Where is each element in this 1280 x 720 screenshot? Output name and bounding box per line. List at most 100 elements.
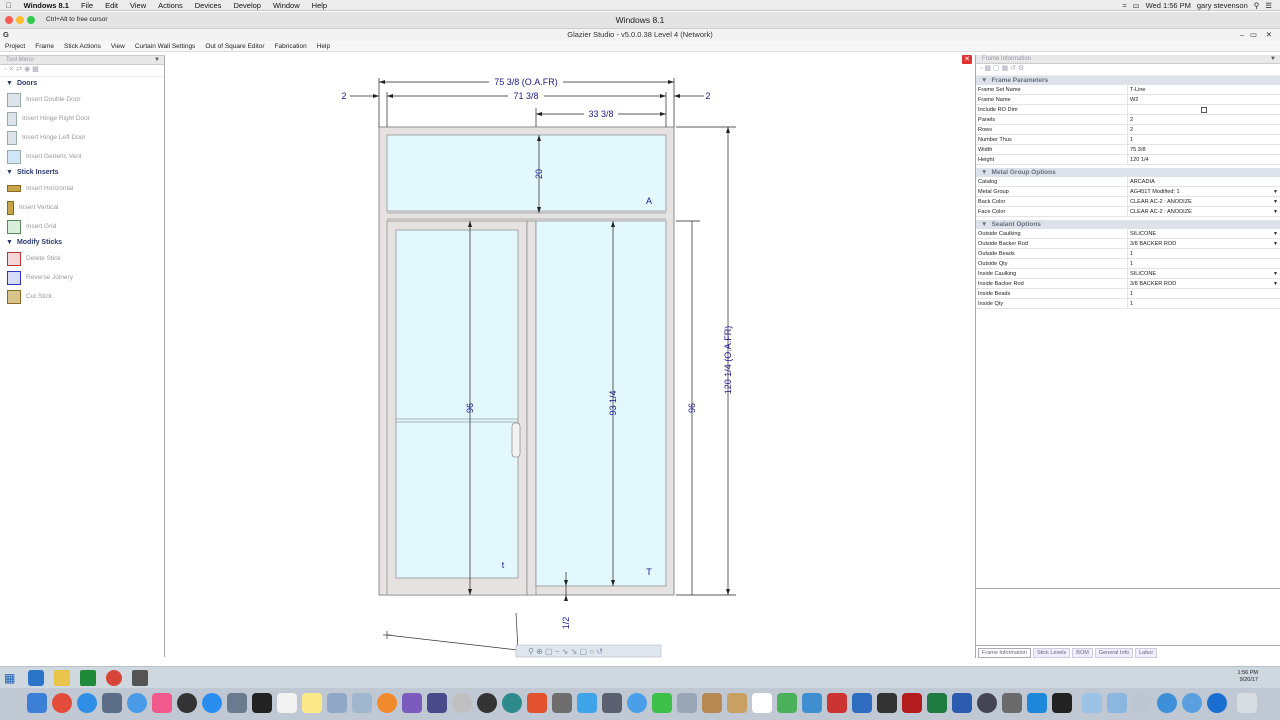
- dropdown-arrow-icon[interactable]: ▼: [1273, 197, 1278, 207]
- settings-icon[interactable]: ⚙: [1018, 65, 1024, 72]
- inside-caulking-select[interactable]: SILICONE ▼: [1128, 269, 1280, 278]
- mail-icon[interactable]: [102, 693, 122, 713]
- safari-icon[interactable]: [77, 693, 97, 713]
- insert-vertical-button[interactable]: Insert Vertical: [0, 198, 164, 217]
- windows-start-icon[interactable]: ▦: [4, 671, 15, 685]
- outside-caulking-select[interactable]: SILICONE ▼: [1128, 229, 1280, 238]
- section-frame-parameters[interactable]: ▼ Frame Parameters: [976, 76, 1280, 85]
- drawer-icon[interactable]: [1002, 693, 1022, 713]
- numbers-icon[interactable]: [777, 693, 797, 713]
- menu-stick-actions[interactable]: Stick Actions: [59, 43, 106, 50]
- property-value[interactable]: 1: [1128, 259, 1280, 268]
- star-app-icon[interactable]: [427, 693, 447, 713]
- maximize-button[interactable]: ▭: [1250, 29, 1257, 41]
- windows-dock-icon[interactable]: [1027, 693, 1047, 713]
- sort-icon[interactable]: ▫: [980, 65, 982, 72]
- property-value[interactable]: 2: [1128, 115, 1280, 124]
- face-color-select[interactable]: CLEAR AC-2 : ANODIZE ▼: [1128, 207, 1280, 216]
- delete-stick-button[interactable]: Delete Stick: [0, 249, 164, 268]
- search-app-icon[interactable]: [977, 693, 997, 713]
- menu-view[interactable]: View: [124, 1, 152, 10]
- imovie-icon[interactable]: [402, 693, 422, 713]
- clock[interactable]: Wed 1:56 PM: [1146, 1, 1191, 10]
- property-value[interactable]: 1: [1128, 299, 1280, 308]
- ie-icon[interactable]: [28, 670, 44, 686]
- property-row[interactable]: Inside Caulking SILICONE ▼: [976, 269, 1280, 279]
- trash-icon[interactable]: [1237, 693, 1257, 713]
- menu-curtain-wall-settings[interactable]: Curtain Wall Settings: [130, 43, 200, 50]
- app-store-icon[interactable]: [202, 693, 222, 713]
- cut-stick-button[interactable]: Cut Stick: [0, 287, 164, 306]
- tab-bom[interactable]: BOM: [1072, 648, 1093, 658]
- menu-project[interactable]: Project: [0, 43, 30, 50]
- menu-edit[interactable]: Edit: [99, 1, 124, 10]
- save-icon[interactable]: ▩: [984, 65, 991, 72]
- drawing-canvas[interactable]: 75 3/8 (O.A.FR) 71 3/8 33 3/8 2 2 20 96 …: [166, 55, 974, 658]
- tab-stick-levels[interactable]: Stick Levels: [1032, 648, 1071, 658]
- property-row[interactable]: Inside Qty 1: [976, 299, 1280, 309]
- glazier-dock-icon[interactable]: [1052, 693, 1072, 713]
- blue-app-icon[interactable]: [852, 693, 872, 713]
- time-machine-icon[interactable]: [477, 693, 497, 713]
- zoom-light[interactable]: [27, 16, 35, 24]
- menu-fabrication[interactable]: Fabrication: [270, 43, 312, 50]
- folder-dock-icon[interactable]: [702, 693, 722, 713]
- toolbar-icon-2[interactable]: ✕: [8, 66, 14, 73]
- file-explorer-icon[interactable]: [54, 670, 70, 686]
- property-row[interactable]: Outside Backer Rod 3/8 BACKER ROD ▼: [976, 239, 1280, 249]
- property-row[interactable]: Catalog ARCADIA: [976, 177, 1280, 187]
- chrome-icon[interactable]: [106, 670, 122, 686]
- pin-icon[interactable]: ▼: [154, 56, 164, 65]
- menu-out-of-square-editor[interactable]: Out of Square Editor: [200, 43, 269, 50]
- close-light[interactable]: [5, 16, 13, 24]
- finder-icon[interactable]: [27, 693, 47, 713]
- user-name[interactable]: gary stevenson: [1197, 1, 1248, 10]
- toolbar-icon-5[interactable]: ▩: [32, 66, 39, 73]
- excel-icon[interactable]: [927, 693, 947, 713]
- property-row[interactable]: Metal Group AG451T Modified: 1 ▼: [976, 187, 1280, 197]
- menu-file[interactable]: File: [75, 1, 99, 10]
- wifi-icon[interactable]: ≈: [1122, 1, 1126, 10]
- group-doors[interactable]: ▼ Doors: [0, 77, 164, 90]
- dropdown-arrow-icon[interactable]: ▼: [1273, 229, 1278, 239]
- notes-icon[interactable]: [277, 693, 297, 713]
- menu-devices[interactable]: Devices: [189, 1, 228, 10]
- property-value[interactable]: ARCADIA: [1128, 177, 1280, 186]
- word-icon[interactable]: [952, 693, 972, 713]
- battery-icon[interactable]: ▭: [1132, 1, 1139, 10]
- minimize-light[interactable]: [16, 16, 24, 24]
- insert-double-door-button[interactable]: Insert Double Door: [0, 90, 164, 109]
- property-row[interactable]: Panels 2: [976, 115, 1280, 125]
- section-sealant-options[interactable]: ▼ Sealant Options: [976, 220, 1280, 229]
- minimize-button[interactable]: –: [1240, 29, 1244, 41]
- property-value[interactable]: W2: [1128, 95, 1280, 104]
- dropdown-arrow-icon[interactable]: ▼: [1273, 269, 1278, 279]
- globe-icon[interactable]: [1157, 693, 1177, 713]
- include-ro-dim-checkbox[interactable]: [1201, 107, 1207, 113]
- preview-icon[interactable]: [227, 693, 247, 713]
- group-modify-sticks[interactable]: ▼ Modify Sticks: [0, 236, 164, 249]
- menu-app-view[interactable]: View: [106, 43, 130, 50]
- facetime-icon[interactable]: [652, 693, 672, 713]
- terminal-icon[interactable]: [252, 693, 272, 713]
- menu-develop[interactable]: Develop: [227, 1, 267, 10]
- tab-labor[interactable]: Labor: [1135, 648, 1158, 658]
- refresh-icon[interactable]: ↺: [1010, 65, 1016, 72]
- acrobat-icon[interactable]: [902, 693, 922, 713]
- property-row[interactable]: Frame Set Name T-Line: [976, 85, 1280, 95]
- property-row[interactable]: Outside Beads 1: [976, 249, 1280, 259]
- stickies-icon[interactable]: [302, 693, 322, 713]
- apple-icon[interactable]: : [0, 1, 18, 10]
- door-handle[interactable]: [511, 422, 521, 458]
- pin-icon[interactable]: ▼: [1270, 55, 1280, 64]
- reverse-joinery-button[interactable]: Reverse Joinery: [0, 268, 164, 287]
- taskbar-clock[interactable]: 1:56 PM 9/20/17: [1238, 670, 1258, 684]
- group-stick-inserts[interactable]: ▼ Stick Inserts: [0, 166, 164, 179]
- insert-hinge-right-door-button[interactable]: Insert Hinge Right Door: [0, 109, 164, 128]
- menu-help[interactable]: Help: [306, 1, 333, 10]
- archive-icon[interactable]: [727, 693, 747, 713]
- property-row[interactable]: Inside Backer Rod 3/8 BACKER ROD ▼: [976, 279, 1280, 289]
- network-icon[interactable]: [1182, 693, 1202, 713]
- dark-app-icon[interactable]: [877, 693, 897, 713]
- close-button[interactable]: ✕: [1266, 29, 1272, 41]
